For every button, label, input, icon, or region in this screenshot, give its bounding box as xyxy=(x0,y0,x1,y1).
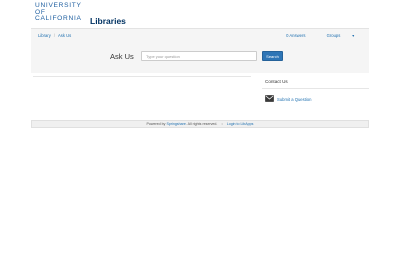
chevron-down-icon: ▼ xyxy=(351,34,355,38)
breadcrumb: Library / Ask Us xyxy=(38,33,71,38)
groups-label: Groups xyxy=(326,33,341,38)
top-navbar: Library / Ask Us 0 Answers Groups ▼ xyxy=(31,28,369,43)
breadcrumb-ask-us[interactable]: Ask Us xyxy=(58,33,71,38)
sidebar-divider xyxy=(262,88,369,89)
answers-link[interactable]: 0 Answers xyxy=(286,33,305,38)
submit-question-link[interactable]: Submit a Question xyxy=(265,95,365,103)
springshare-link[interactable]: Springshare xyxy=(166,122,185,126)
contact-us-heading: Contact Us xyxy=(265,79,288,84)
search-band: Ask Us Search xyxy=(31,42,369,73)
breadcrumb-library[interactable]: Library xyxy=(38,33,51,38)
logo-libraries-text: Libraries xyxy=(90,16,126,26)
search-input[interactable] xyxy=(141,51,257,61)
content-divider xyxy=(33,76,251,77)
page-title: Ask Us xyxy=(110,52,134,61)
submit-question-label: Submit a Question xyxy=(277,96,312,102)
footer-powered-by: Powered by xyxy=(146,122,166,126)
footer: Powered by Springshare. All rights reser… xyxy=(31,120,369,128)
navbar-right: 0 Answers Groups ▼ xyxy=(276,33,355,38)
login-libapps-link[interactable]: Login to LibApps xyxy=(227,122,254,126)
footer-rights: . All rights reserved. xyxy=(185,122,218,126)
envelope-icon xyxy=(265,95,274,102)
breadcrumb-separator: / xyxy=(53,33,55,38)
logo-university-text: University of California xyxy=(35,2,82,23)
groups-dropdown[interactable]: Groups ▼ xyxy=(317,33,355,38)
footer-separator: • xyxy=(221,122,223,126)
search-button[interactable]: Search xyxy=(262,51,283,61)
